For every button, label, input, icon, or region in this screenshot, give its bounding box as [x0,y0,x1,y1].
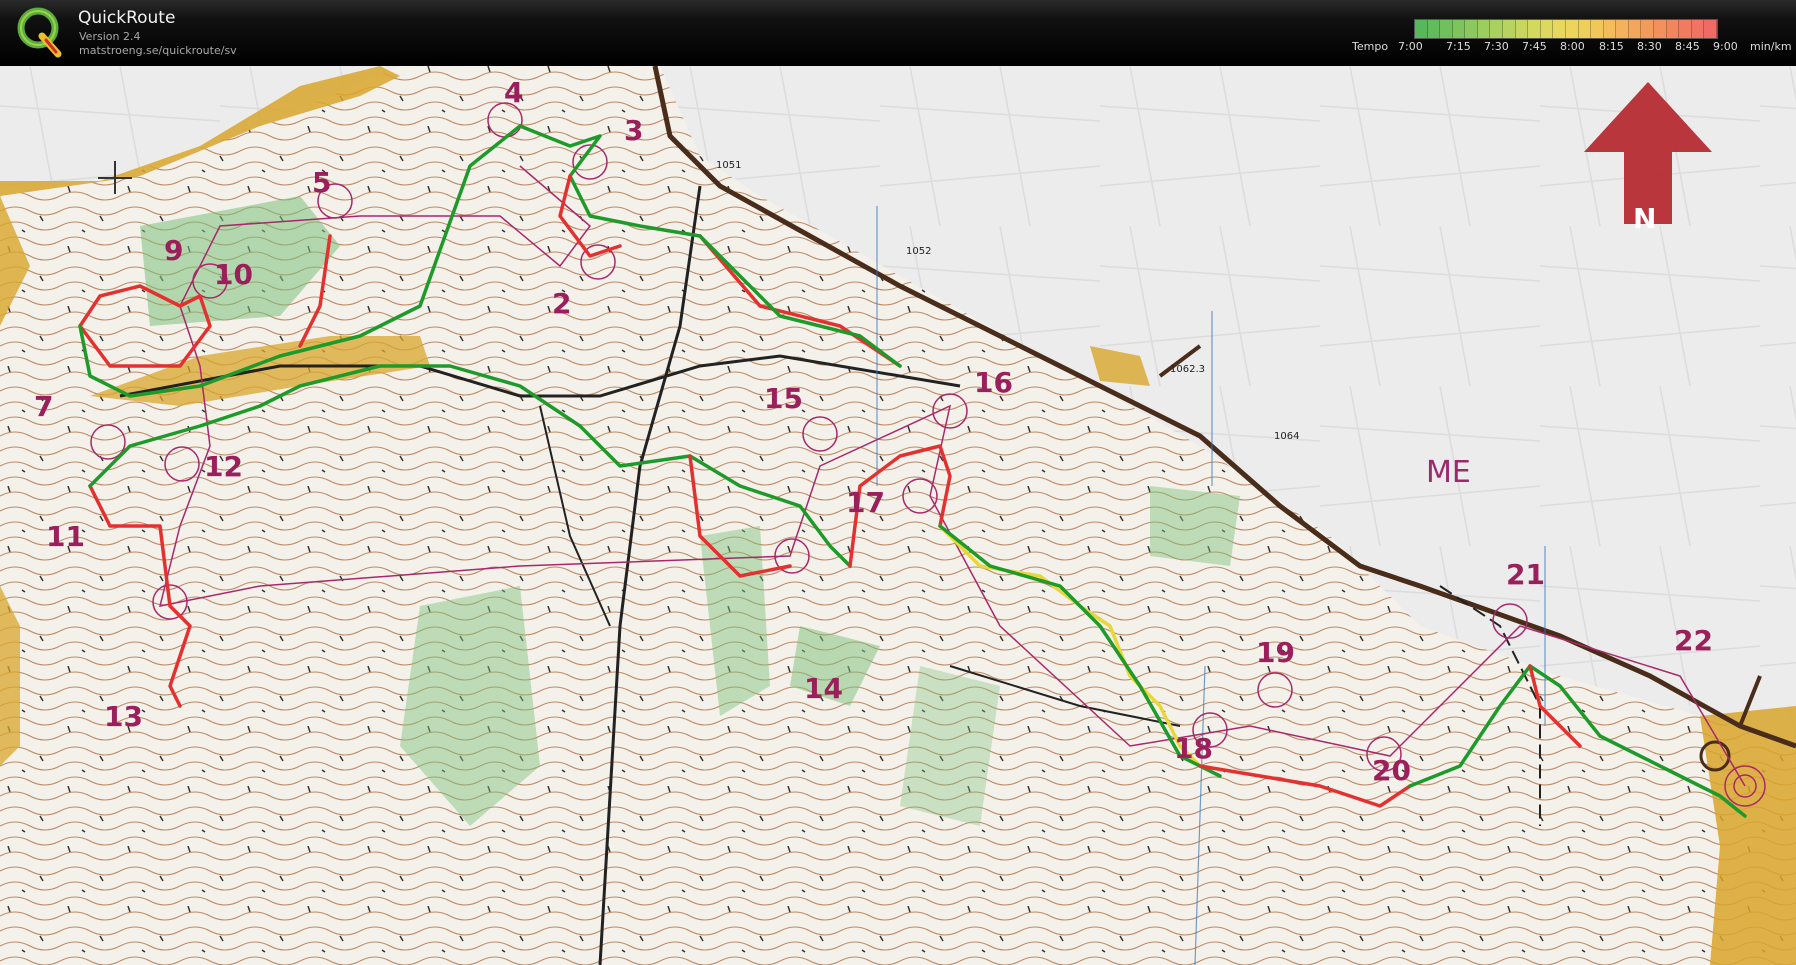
control-label: 19 [1256,636,1295,669]
legend-swatch [1528,20,1541,38]
legend-swatch [1591,20,1604,38]
control-label: 13 [104,700,143,733]
legend-swatch [1565,20,1579,38]
legend-tick: 8:30 [1637,40,1662,53]
pace-legend-ticks: Tempo 7:00 7:15 7:30 7:45 8:00 8:15 8:30… [1352,40,1792,56]
legend-swatch [1691,20,1705,38]
north-label: N [1633,202,1656,235]
legend-tick: 7:30 [1484,40,1509,53]
orienteering-map[interactable]: 2 3 4 5 7 9 10 11 12 13 14 15 16 17 18 1… [0,66,1796,965]
control-label: 17 [846,486,885,519]
legend-swatch [1578,20,1592,38]
control-label: 4 [504,76,523,109]
elevation-label: 1051 [716,160,741,171]
legend-swatch [1628,20,1642,38]
pace-legend-gradient [1414,19,1718,39]
legend-swatch [1553,20,1566,38]
elevation-label: 1052 [906,246,931,257]
legend-swatch [1477,20,1491,38]
legend-tick: 9:00 [1713,40,1738,53]
elevation-label: 1064 [1274,431,1299,442]
legend-tick: 7:15 [1446,40,1471,53]
quickroute-logo-icon [17,7,62,58]
quickroute-window: QuickRoute Version 2.4 matstroeng.se/qui… [0,0,1796,965]
legend-label: Tempo [1352,40,1389,53]
legend-swatch [1641,20,1654,38]
area-label: ME [1426,455,1471,490]
legend-tick: 8:00 [1560,40,1585,53]
control-label: 9 [164,234,183,267]
control-label: 16 [974,366,1013,399]
elevation-label: 1062.3 [1170,364,1205,375]
app-url: matstroeng.se/quickroute/sv [79,44,237,57]
control-label: 7 [34,390,53,423]
legend-swatch [1427,20,1441,38]
control-label: 11 [46,520,85,553]
legend-swatch [1503,20,1516,38]
legend-swatch [1415,20,1428,38]
legend-swatch [1465,20,1478,38]
legend-tick: 8:45 [1675,40,1700,53]
legend-swatch [1540,20,1554,38]
app-title: QuickRoute [78,8,176,28]
legend-unit: min/km [1750,40,1792,53]
legend-swatch [1440,20,1453,38]
control-label: 20 [1372,754,1411,787]
control-label: 14 [804,672,843,705]
legend-swatch [1616,20,1629,38]
legend-tick: 7:00 [1398,40,1423,53]
control-label: 15 [764,382,803,415]
vegetation-area [1150,486,1240,566]
legend-swatch [1666,20,1680,38]
legend-swatch [1490,20,1504,38]
legend-swatch [1653,20,1667,38]
control-label: 10 [214,258,253,291]
control-label: 12 [204,450,243,483]
control-label: 3 [624,114,643,147]
control-label: 21 [1506,558,1545,591]
map-viewport[interactable]: 2 3 4 5 7 9 10 11 12 13 14 15 16 17 18 1… [0,66,1796,965]
legend-swatch [1603,20,1617,38]
control-label: 18 [1174,732,1213,765]
legend-swatch [1515,20,1529,38]
legend-tick: 7:45 [1522,40,1547,53]
legend-tick: 8:15 [1599,40,1624,53]
control-label: 2 [552,287,571,320]
legend-swatch [1452,20,1466,38]
header-bar: QuickRoute Version 2.4 matstroeng.se/qui… [0,0,1796,64]
control-label: 22 [1674,624,1713,657]
control-label: 5 [312,166,331,199]
legend-swatch [1704,20,1717,38]
legend-swatch [1679,20,1692,38]
app-version: Version 2.4 [79,30,141,43]
